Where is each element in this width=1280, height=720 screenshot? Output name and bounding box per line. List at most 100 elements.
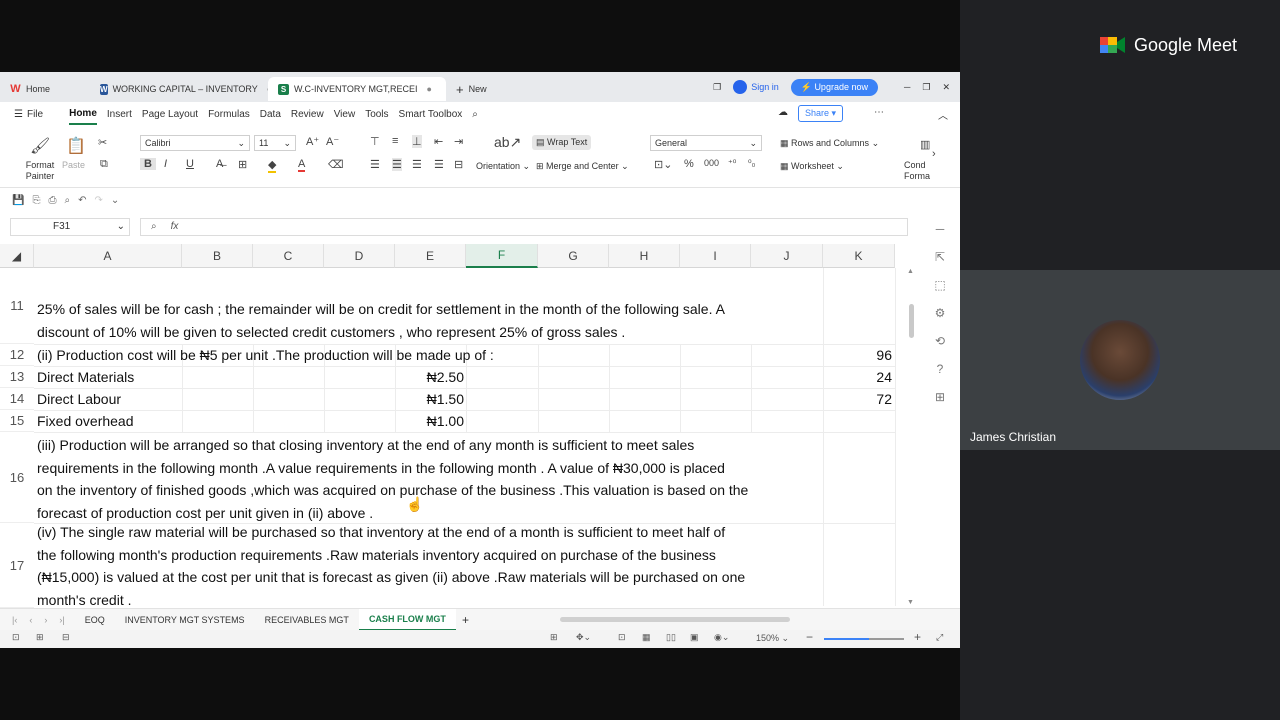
zoom-icon[interactable]: ⌕: [151, 221, 157, 233]
sheet-tab-eoq[interactable]: EOQ: [75, 609, 115, 631]
cell-k12[interactable]: 96: [823, 344, 892, 367]
menu-formulas[interactable]: Formulas: [208, 105, 250, 124]
percent-icon[interactable]: %: [684, 158, 694, 170]
sheet-tab-receivables[interactable]: RECEIVABLES MGT: [255, 609, 359, 631]
clear-format-icon[interactable]: ⌫: [328, 158, 344, 171]
collapse-ribbon-icon[interactable]: ︿: [938, 107, 948, 122]
fill-color-icon[interactable]: ◆: [268, 158, 277, 173]
customize-icon[interactable]: ⌄: [111, 195, 119, 206]
col-header-f[interactable]: F: [466, 244, 538, 268]
participant-tile[interactable]: James Christian: [960, 270, 1280, 450]
cell-a14[interactable]: Direct Labour: [37, 388, 121, 411]
tab-home[interactable]: W Home: [0, 77, 90, 101]
scroll-up-icon[interactable]: ▲: [907, 268, 914, 275]
col-header-b[interactable]: B: [182, 244, 253, 268]
sign-in-button[interactable]: Sign in: [733, 80, 779, 94]
font-color-icon[interactable]: A: [298, 158, 306, 172]
align-left-icon[interactable]: ☰: [370, 158, 380, 171]
font-size-select[interactable]: 11 ⌄: [254, 135, 296, 151]
menu-insert[interactable]: Insert: [107, 105, 132, 124]
cell-a11[interactable]: 25% of sales will be for cash ; the rema…: [37, 298, 897, 343]
vertical-scrollbar[interactable]: ▲ ▼: [906, 268, 916, 606]
menu-tools[interactable]: Tools: [365, 105, 388, 124]
indent-decrease-icon[interactable]: ⇤: [434, 135, 443, 148]
format-painter-label[interactable]: Format Painter: [20, 160, 60, 182]
align-center-icon[interactable]: ☰: [392, 158, 402, 171]
page-break-view-icon[interactable]: ▣: [690, 632, 699, 643]
rows-columns-button[interactable]: ▦ Rows and Columns ⌄: [780, 138, 879, 149]
menu-page-layout[interactable]: Page Layout: [142, 105, 198, 124]
currency-icon[interactable]: ⊡⌄: [654, 158, 672, 171]
row-header-13[interactable]: 13: [0, 366, 34, 388]
export-icon[interactable]: ⎘: [32, 195, 40, 206]
print-preview-icon[interactable]: ⌕: [64, 195, 70, 206]
align-middle-icon[interactable]: ≡: [392, 135, 398, 147]
align-right-icon[interactable]: ☰: [412, 158, 422, 171]
search-icon[interactable]: ⌕: [472, 105, 478, 124]
orientation-icon[interactable]: ab↗: [494, 134, 521, 151]
menu-smart-toolbox[interactable]: Smart Toolbox: [399, 105, 463, 124]
bold-button[interactable]: B: [140, 158, 156, 170]
decrease-font-icon[interactable]: A⁻: [326, 135, 339, 148]
formula-input[interactable]: ⌕ fx: [140, 218, 908, 236]
increase-font-icon[interactable]: A⁺: [306, 135, 319, 148]
freeze-icon[interactable]: ⊡: [618, 632, 626, 643]
align-bottom-icon[interactable]: ⊥: [412, 135, 422, 148]
cell-a13[interactable]: Direct Materials: [37, 366, 134, 389]
normal-view-icon[interactable]: ▦: [642, 632, 651, 643]
strikethrough-icon[interactable]: A̶: [216, 158, 223, 170]
conditional-format-label[interactable]: Cond Forma: [904, 160, 934, 182]
conditional-format-icon[interactable]: ▥: [920, 138, 930, 151]
paste-label[interactable]: Paste: [62, 160, 85, 170]
increase-decimal-icon[interactable]: ⁺⁰: [728, 158, 736, 169]
sheet-tab-inventory[interactable]: INVENTORY MGT SYSTEMS: [115, 609, 255, 631]
zoom-out-icon[interactable]: −: [806, 630, 813, 644]
border-icon[interactable]: ⊞: [238, 158, 247, 171]
tab-wc-inventory[interactable]: S W.C-INVENTORY MGT,RECEI ●: [268, 77, 446, 101]
align-top-icon[interactable]: ⊤: [370, 135, 380, 148]
more-icon[interactable]: ⋯: [874, 107, 884, 118]
sheet-tab-cash-flow[interactable]: CASH FLOW MGT: [358, 608, 456, 631]
share-button[interactable]: Share ▾: [798, 105, 844, 122]
cut-icon[interactable]: ✂: [98, 136, 107, 149]
merge-center-button[interactable]: ⊞ Merge and Center ⌄: [536, 161, 629, 172]
row-header-15[interactable]: 15: [0, 410, 34, 432]
number-format-select[interactable]: General ⌄: [650, 135, 762, 151]
cell-e15[interactable]: ₦1.00: [395, 410, 464, 433]
zoom-level[interactable]: 150% ⌄: [756, 633, 789, 644]
cell-e14[interactable]: ₦1.50: [395, 388, 464, 411]
menu-data[interactable]: Data: [260, 105, 281, 124]
page-layout-view-icon[interactable]: ▯▯: [666, 632, 676, 643]
redo-icon[interactable]: ↷: [94, 195, 102, 206]
scrollbar-thumb[interactable]: [909, 304, 914, 338]
justify-icon[interactable]: ☰: [434, 158, 444, 171]
add-sheet-icon[interactable]: +: [456, 613, 475, 627]
menu-review[interactable]: Review: [291, 105, 324, 124]
col-header-d[interactable]: D: [324, 244, 395, 268]
table-view-icon[interactable]: ⊞: [550, 632, 558, 643]
print-icon[interactable]: ⎙: [48, 195, 56, 206]
upgrade-button[interactable]: ⚡ Upgrade now: [790, 78, 878, 96]
horizontal-scrollbar[interactable]: [560, 617, 790, 622]
restore-icon[interactable]: ❐: [922, 82, 930, 93]
font-name-select[interactable]: Calibri ⌄: [140, 135, 250, 151]
copy-icon[interactable]: ⧉: [100, 158, 108, 171]
menu-view[interactable]: View: [334, 105, 356, 124]
history-icon[interactable]: ⟲: [935, 334, 945, 348]
minimize-icon[interactable]: ─: [904, 82, 910, 92]
row-header-12[interactable]: 12: [0, 344, 34, 366]
thousands-icon[interactable]: 000: [704, 158, 719, 168]
minimize-panel-icon[interactable]: ─: [936, 222, 945, 236]
navigation-icon[interactable]: ✥⌄: [576, 632, 591, 643]
prev-sheet-icon[interactable]: ‹: [23, 615, 38, 625]
fx-icon[interactable]: fx: [171, 221, 179, 233]
settings-sliders-icon[interactable]: ⚙: [935, 306, 946, 320]
save-icon[interactable]: 💾: [12, 195, 24, 206]
row-header-17[interactable]: 17: [0, 523, 34, 608]
cell-a12[interactable]: (ii) Production cost will be ₦5 per unit…: [37, 344, 494, 367]
first-sheet-icon[interactable]: |‹: [0, 615, 23, 625]
wrap-text-button[interactable]: ▤ Wrap Text: [532, 135, 592, 150]
file-menu[interactable]: ☰ File: [14, 109, 43, 120]
new-tab-button[interactable]: + New: [446, 77, 516, 101]
undo-icon[interactable]: ↶: [78, 195, 86, 206]
